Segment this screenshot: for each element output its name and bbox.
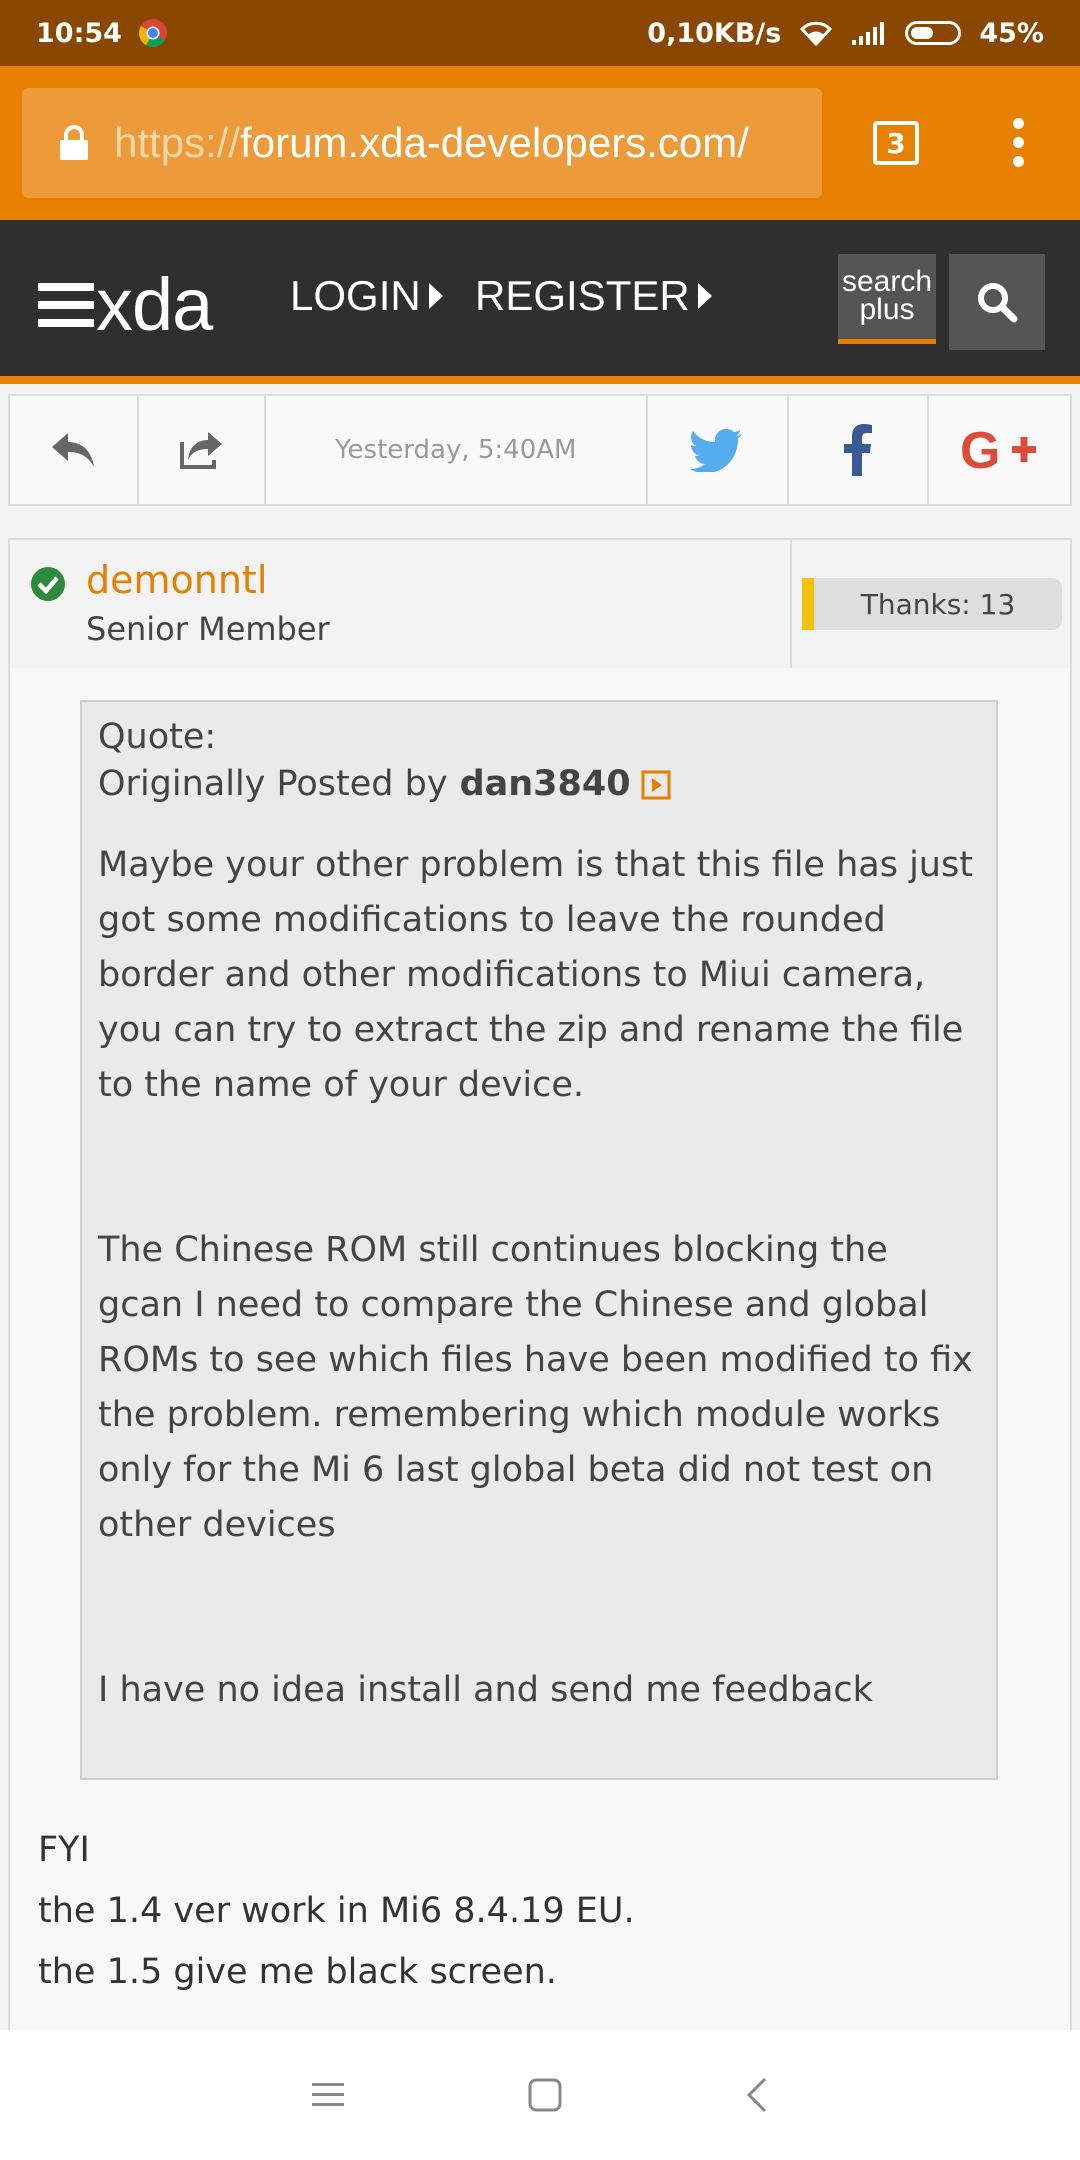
wifi-icon (800, 21, 833, 46)
address-bar[interactable]: https://forum.xda-developers.com/ (22, 88, 822, 198)
share-button[interactable] (139, 396, 266, 504)
facebook-share-button[interactable] (789, 396, 930, 504)
svg-text:G: G (960, 426, 1000, 474)
caret-right-icon (428, 283, 443, 309)
reply-icon (52, 433, 95, 467)
post-message: FYI the 1.4 ver work in Mi6 8.4.19 EU. t… (38, 1820, 635, 2003)
url-text: https://forum.xda-developers.com/ (114, 119, 749, 167)
login-link[interactable]: LOGIN (290, 272, 443, 320)
quote-paragraph: I have no idea install and send me feedb… (98, 1670, 873, 1710)
chrome-icon (138, 19, 167, 47)
quote-block: Quote: Originally Posted by dan3840 Mayb… (80, 700, 998, 1780)
post-line: FYI (38, 1830, 90, 1870)
share-icon (180, 432, 223, 469)
battery-level: 45% (979, 17, 1044, 49)
search-button[interactable] (949, 254, 1045, 350)
signal-icon (852, 22, 885, 45)
home-icon[interactable] (528, 2078, 562, 2112)
originally-posted-by-label: Originally Posted by (98, 764, 448, 804)
browser-toolbar: https://forum.xda-developers.com/ 3 (0, 66, 1080, 220)
back-icon[interactable] (745, 2077, 769, 2113)
header-accent-strip (0, 376, 1080, 384)
url-scheme: https:// (114, 119, 241, 166)
thanks-badge: Thanks: 13 (802, 578, 1062, 630)
twitter-icon (690, 429, 743, 472)
post-date: Yesterday, 5:40AM (335, 435, 577, 465)
xda-logo[interactable]: xda (38, 263, 213, 346)
menu-icon[interactable] (311, 2080, 345, 2110)
post-line: the 1.4 ver work in Mi6 8.4.19 EU. (38, 1891, 635, 1931)
search-plus-line2: plus (859, 293, 915, 326)
logo-text: xda (96, 263, 213, 346)
post-author-username[interactable]: demonntl (86, 558, 267, 602)
status-bar: 10:54 0,10KB/s 45% (0, 0, 1080, 66)
caret-right-icon (697, 283, 712, 309)
view-post-icon[interactable] (641, 770, 671, 800)
search-icon (978, 283, 1018, 323)
post-line: the 1.5 give me black screen. (38, 1952, 557, 1992)
battery-icon (905, 21, 962, 45)
status-time: 10:54 (36, 17, 122, 49)
search-plus-line1: search (841, 265, 933, 298)
register-link[interactable]: REGISTER (475, 272, 712, 320)
login-label: LOGIN (290, 272, 421, 319)
network-speed: 0,10KB/s (647, 17, 782, 49)
hamburger-menu-icon[interactable] (38, 283, 94, 327)
post-header: demonntl Senior Member Thanks: 13 (8, 538, 1072, 670)
facebook-icon (843, 424, 872, 476)
quote-author: dan3840 (459, 764, 631, 804)
system-navigation-bar (0, 2030, 1080, 2160)
register-label: REGISTER (475, 272, 690, 319)
url-host: forum.xda-developers.com/ (240, 119, 749, 166)
post-action-bar: Yesterday, 5:40AM G (8, 394, 1072, 506)
quote-paragraph: The Chinese ROM still continues blocking… (98, 1230, 973, 1545)
lock-icon (60, 125, 88, 160)
online-status-icon (31, 567, 65, 601)
google-plus-icon: G (960, 426, 1036, 474)
quote-origin: Originally Posted by dan3840 (98, 757, 980, 812)
tab-switcher-button[interactable]: 3 (873, 121, 919, 165)
twitter-share-button[interactable] (648, 396, 789, 504)
post-date-cell: Yesterday, 5:40AM (266, 396, 648, 504)
header-divider (790, 540, 792, 668)
quote-paragraph: Maybe your other problem is that this fi… (98, 845, 973, 1105)
reply-button[interactable] (10, 396, 139, 504)
google-plus-share-button[interactable]: G (929, 396, 1070, 504)
post-author-title: Senior Member (86, 610, 330, 648)
site-header: xda LOGIN REGISTER search plus (0, 220, 1080, 384)
search-plus-button[interactable]: search plus (838, 254, 936, 344)
browser-menu-icon[interactable] (1000, 118, 1036, 170)
